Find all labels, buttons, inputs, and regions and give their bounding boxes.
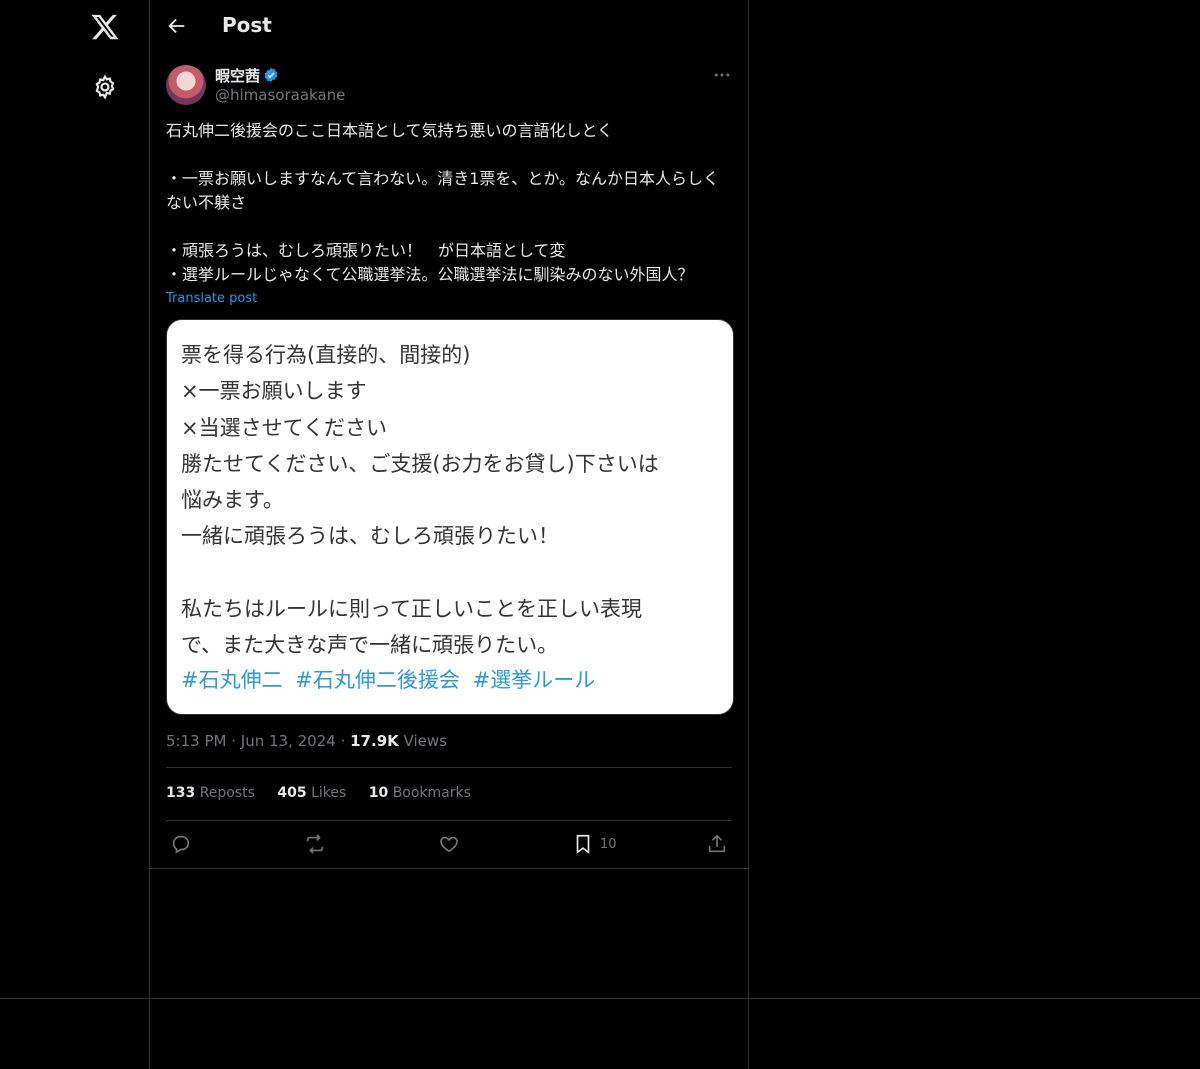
image-hashtag: #石丸伸二後援会: [295, 668, 460, 692]
verified-badge-icon: [264, 68, 278, 82]
post-stats: 133 Reposts 405 Likes 10 Bookmarks: [166, 785, 489, 801]
image-text: 票を得る行為(直接的、間接的) ×一票お願いします ×当選させてください 勝たせ…: [181, 343, 659, 658]
author-handle[interactable]: @himasoraakane: [215, 86, 345, 104]
bookmark-icon: [576, 834, 590, 854]
reposts-count: 133: [166, 785, 196, 801]
translate-post-link[interactable]: Translate post: [166, 291, 257, 306]
repost-icon: [306, 834, 324, 854]
reposts-label: Reposts: [199, 785, 255, 801]
repost-button[interactable]: [304, 832, 326, 856]
bookmark-button[interactable]: 10: [572, 832, 617, 856]
reply-icon: [172, 835, 190, 854]
post-meta: 5:13 PM · Jun 13, 2024 · 17.9K Views: [166, 732, 447, 750]
x-logo-icon[interactable]: [90, 12, 120, 42]
more-options-icon[interactable]: [712, 65, 732, 85]
likes-label: Likes: [311, 785, 347, 801]
left-nav-rail: [0, 0, 150, 1069]
post-time[interactable]: 5:13 PM: [166, 732, 226, 750]
gear-icon[interactable]: [92, 74, 118, 100]
image-hashtag: #石丸伸二: [181, 668, 283, 692]
back-arrow-icon[interactable]: [166, 15, 188, 37]
meta-separator: ·: [231, 732, 241, 750]
post-image[interactable]: 票を得る行為(直接的、間接的) ×一票お願いします ×当選させてください 勝たせ…: [166, 319, 734, 715]
page-title: Post: [222, 13, 272, 37]
divider: [150, 868, 748, 869]
likes-count: 405: [277, 785, 307, 801]
divider: [0, 998, 1200, 999]
post-column: Post 暇空茜 @himasoraakane 石丸伸二後援会のここ日本語として…: [150, 0, 749, 1069]
image-hashtag: #選挙ルール: [472, 668, 596, 692]
share-button[interactable]: [706, 832, 728, 856]
action-bar: 10: [166, 832, 732, 858]
divider: [166, 767, 732, 768]
avatar[interactable]: [166, 65, 206, 105]
reply-button[interactable]: [170, 832, 192, 856]
author-name[interactable]: 暇空茜: [215, 65, 260, 86]
likes-stat[interactable]: 405 Likes: [277, 785, 346, 801]
bookmarks-count: 10: [368, 785, 389, 801]
bookmark-count: 10: [600, 836, 617, 852]
image-hashtags: #石丸伸二 #石丸伸二後援会 #選挙ルール: [181, 664, 601, 694]
share-icon: [708, 834, 726, 853]
bookmarks-label: Bookmarks: [392, 785, 471, 801]
post-header: Post: [150, 0, 748, 54]
bookmarks-stat[interactable]: 10 Bookmarks: [369, 785, 471, 801]
post-date[interactable]: Jun 13, 2024: [241, 732, 336, 750]
meta-separator: ·: [340, 732, 351, 750]
views-label: Views: [403, 732, 447, 750]
reposts-stat[interactable]: 133 Reposts: [166, 785, 255, 801]
heart-icon: [440, 836, 458, 853]
like-button[interactable]: [438, 832, 460, 856]
views-count: 17.9K: [350, 732, 399, 750]
divider: [166, 820, 732, 821]
post-text: 石丸伸二後援会のここ日本語として気持ち悪いの言語化しとく ・一票お願いしますなん…: [166, 121, 720, 284]
